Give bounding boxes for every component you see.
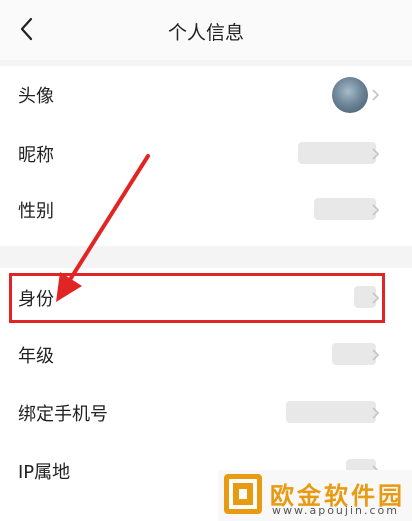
avatar [332, 77, 368, 113]
row-label: 昵称 [18, 145, 54, 166]
row-grade[interactable]: 年级 [0, 330, 412, 380]
highlight-box [9, 273, 385, 323]
page-title: 个人信息 [167, 22, 244, 44]
chevron-right-icon [372, 407, 380, 419]
chevron-right-icon [372, 204, 380, 216]
row-value-blurred [298, 142, 376, 164]
row-value-blurred [314, 198, 376, 220]
row-value-blurred [286, 401, 376, 423]
watermark: 欧金软件园 www.apoujin.com [218, 470, 412, 521]
chevron-right-icon [372, 148, 380, 160]
row-label: 性别 [18, 201, 54, 222]
brand-logo-icon [224, 474, 262, 514]
row-avatar[interactable]: 头像 [0, 70, 412, 120]
chevron-right-icon [372, 349, 380, 361]
row-label: 头像 [18, 86, 54, 107]
chevron-right-icon [372, 89, 380, 101]
row-gender[interactable]: 性别 [0, 185, 412, 235]
profile-section-basic: 头像 昵称 性别 [0, 66, 412, 246]
row-label: 绑定手机号 [18, 404, 108, 425]
row-label: 年级 [18, 346, 54, 367]
row-phone[interactable]: 绑定手机号 [0, 388, 412, 438]
watermark-url: www.apoujin.com [272, 504, 399, 517]
row-label: IP属地 [18, 462, 71, 483]
app-header: 个人信息 [0, 0, 412, 60]
row-nickname[interactable]: 昵称 [0, 129, 412, 179]
